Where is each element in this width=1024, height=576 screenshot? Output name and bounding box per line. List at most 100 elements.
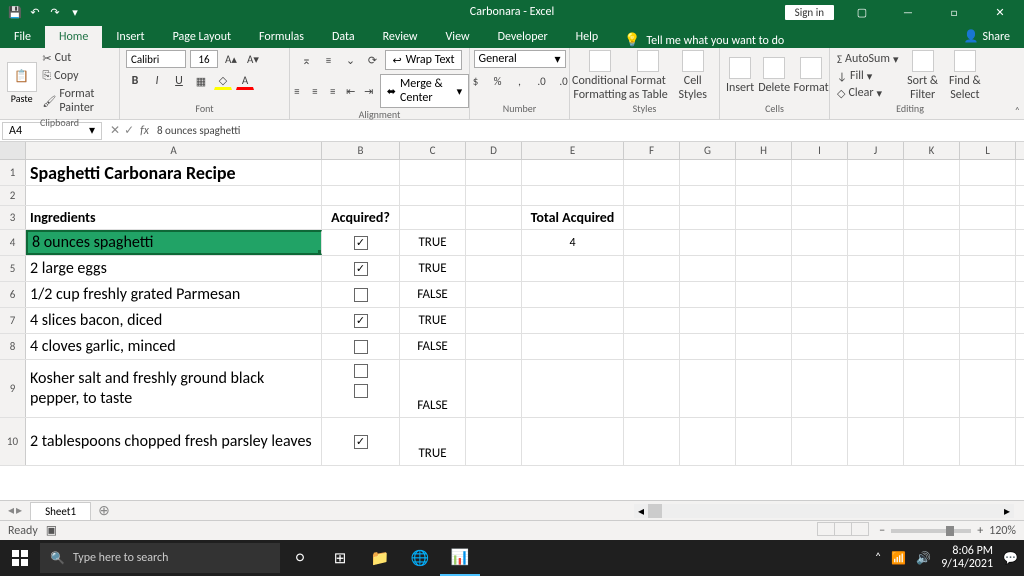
increase-decimal-icon[interactable]: .0 xyxy=(533,72,551,90)
cell-h3[interactable] xyxy=(736,206,792,229)
row-header-3[interactable]: 3 xyxy=(0,206,26,229)
row-header-5[interactable]: 5 xyxy=(0,256,26,281)
col-header-b[interactable]: B xyxy=(322,142,400,159)
cell-k10[interactable] xyxy=(904,418,960,465)
cell-g10[interactable] xyxy=(680,418,736,465)
sheet-next-icon[interactable]: ▸ xyxy=(16,503,22,518)
cell-f3[interactable] xyxy=(624,206,680,229)
cell-k2[interactable] xyxy=(904,186,960,205)
zoom-thumb[interactable] xyxy=(946,526,954,536)
cell-g4[interactable] xyxy=(680,230,736,255)
delete-cells-button[interactable]: Delete xyxy=(758,57,790,95)
cell-c2[interactable] xyxy=(400,186,466,205)
cell-c10[interactable]: TRUE xyxy=(400,418,466,465)
align-bottom-icon[interactable]: ⌄ xyxy=(341,51,359,69)
cell-k7[interactable] xyxy=(904,308,960,333)
row-header-10[interactable]: 10 xyxy=(0,418,26,465)
cell-g8[interactable] xyxy=(680,334,736,359)
sheet-tab-1[interactable]: Sheet1 xyxy=(30,502,91,520)
orientation-icon[interactable]: ⟳ xyxy=(363,51,381,69)
tab-help[interactable]: Help xyxy=(562,26,613,48)
qat-dropdown-icon[interactable]: ▾ xyxy=(68,5,82,19)
cell-g7[interactable] xyxy=(680,308,736,333)
cell-g9[interactable] xyxy=(680,360,736,417)
align-right-icon[interactable]: ≡ xyxy=(326,82,340,100)
cell-l8[interactable] xyxy=(960,334,1016,359)
tab-data[interactable]: Data xyxy=(318,26,369,48)
cell-j3[interactable] xyxy=(848,206,904,229)
share-button[interactable]: 👤Share xyxy=(949,25,1024,48)
tab-view[interactable]: View xyxy=(432,26,484,48)
row-header-9[interactable]: 9 xyxy=(0,360,26,417)
cell-l2[interactable] xyxy=(960,186,1016,205)
cell-c4[interactable]: TRUE xyxy=(400,230,466,255)
cell-d2[interactable] xyxy=(466,186,522,205)
start-button[interactable] xyxy=(0,550,40,566)
find-select-button[interactable]: Find & Select xyxy=(946,50,984,102)
checkbox-b4[interactable] xyxy=(354,236,368,250)
enter-formula-icon[interactable]: ✓ xyxy=(124,123,134,138)
align-middle-icon[interactable]: ≡ xyxy=(319,51,337,69)
border-button[interactable]: ▦ xyxy=(192,72,210,90)
maximize-button[interactable]: □ xyxy=(936,0,972,24)
increase-indent-icon[interactable]: ⇥ xyxy=(362,82,376,100)
col-header-g[interactable]: G xyxy=(680,142,736,159)
cell-i5[interactable] xyxy=(792,256,848,281)
cell-a10[interactable]: 2 tablespoons chopped fresh parsley leav… xyxy=(26,418,322,465)
zoom-in-button[interactable]: + xyxy=(977,524,983,538)
cell-i10[interactable] xyxy=(792,418,848,465)
cell-j2[interactable] xyxy=(848,186,904,205)
volume-icon[interactable]: 🔊 xyxy=(916,551,931,566)
page-layout-view-button[interactable] xyxy=(834,522,852,536)
cut-button[interactable]: ✂ Cut xyxy=(41,50,113,66)
checkbox-b10[interactable] xyxy=(354,435,368,449)
tab-developer[interactable]: Developer xyxy=(484,26,562,48)
cell-c9[interactable]: FALSE xyxy=(400,360,466,417)
cell-a8[interactable]: 4 cloves garlic, minced xyxy=(26,334,322,359)
cell-l1[interactable] xyxy=(960,160,1016,185)
cell-h5[interactable] xyxy=(736,256,792,281)
chrome-icon[interactable]: 🌐 xyxy=(400,540,440,576)
fill-button[interactable]: ↓ Fill ▾ xyxy=(836,68,899,84)
align-center-icon[interactable]: ≡ xyxy=(308,82,322,100)
percent-icon[interactable]: % xyxy=(489,72,507,90)
cell-a1[interactable]: Spaghetti Carbonara Recipe xyxy=(26,160,322,185)
cell-g5[interactable] xyxy=(680,256,736,281)
col-header-c[interactable]: C xyxy=(400,142,466,159)
excel-taskbar-icon[interactable]: 📊 xyxy=(440,540,480,576)
notifications-icon[interactable]: 💬 xyxy=(1003,551,1018,566)
cell-e3[interactable]: Total Acquired xyxy=(522,206,624,229)
ribbon-display-icon[interactable]: ▢ xyxy=(844,0,880,24)
cell-j8[interactable] xyxy=(848,334,904,359)
cell-a2[interactable] xyxy=(26,186,322,205)
align-top-icon[interactable]: ⌅ xyxy=(297,51,315,69)
close-button[interactable]: ✕ xyxy=(982,0,1018,24)
cell-b4[interactable] xyxy=(322,230,400,255)
cell-d4[interactable] xyxy=(466,230,522,255)
row-header-2[interactable]: 2 xyxy=(0,186,26,205)
cell-k4[interactable] xyxy=(904,230,960,255)
cell-g1[interactable] xyxy=(680,160,736,185)
tell-me[interactable]: 💡Tell me what you want to do xyxy=(612,33,796,48)
checkbox-b6[interactable] xyxy=(354,288,368,302)
row-header-4[interactable]: 4 xyxy=(0,230,26,255)
col-header-a[interactable]: A xyxy=(26,142,322,159)
network-icon[interactable]: 📶 xyxy=(891,551,906,566)
tray-chevron-icon[interactable]: ˄ xyxy=(875,551,881,565)
cell-h9[interactable] xyxy=(736,360,792,417)
number-format-combo[interactable]: General▾ xyxy=(474,50,566,68)
cell-a6[interactable]: 1/2 cup freshly grated Parmesan xyxy=(26,282,322,307)
underline-button[interactable]: U xyxy=(170,72,188,90)
cell-e10[interactable] xyxy=(522,418,624,465)
cell-l5[interactable] xyxy=(960,256,1016,281)
cell-d9[interactable] xyxy=(466,360,522,417)
cell-f2[interactable] xyxy=(624,186,680,205)
cell-j5[interactable] xyxy=(848,256,904,281)
comma-icon[interactable]: , xyxy=(511,72,529,90)
redo-icon[interactable]: ↷ xyxy=(48,5,62,19)
cell-d1[interactable] xyxy=(466,160,522,185)
cell-k5[interactable] xyxy=(904,256,960,281)
conditional-formatting-button[interactable]: Conditional Formatting xyxy=(576,50,624,102)
cell-e7[interactable] xyxy=(522,308,624,333)
cell-b9[interactable] xyxy=(322,360,400,417)
